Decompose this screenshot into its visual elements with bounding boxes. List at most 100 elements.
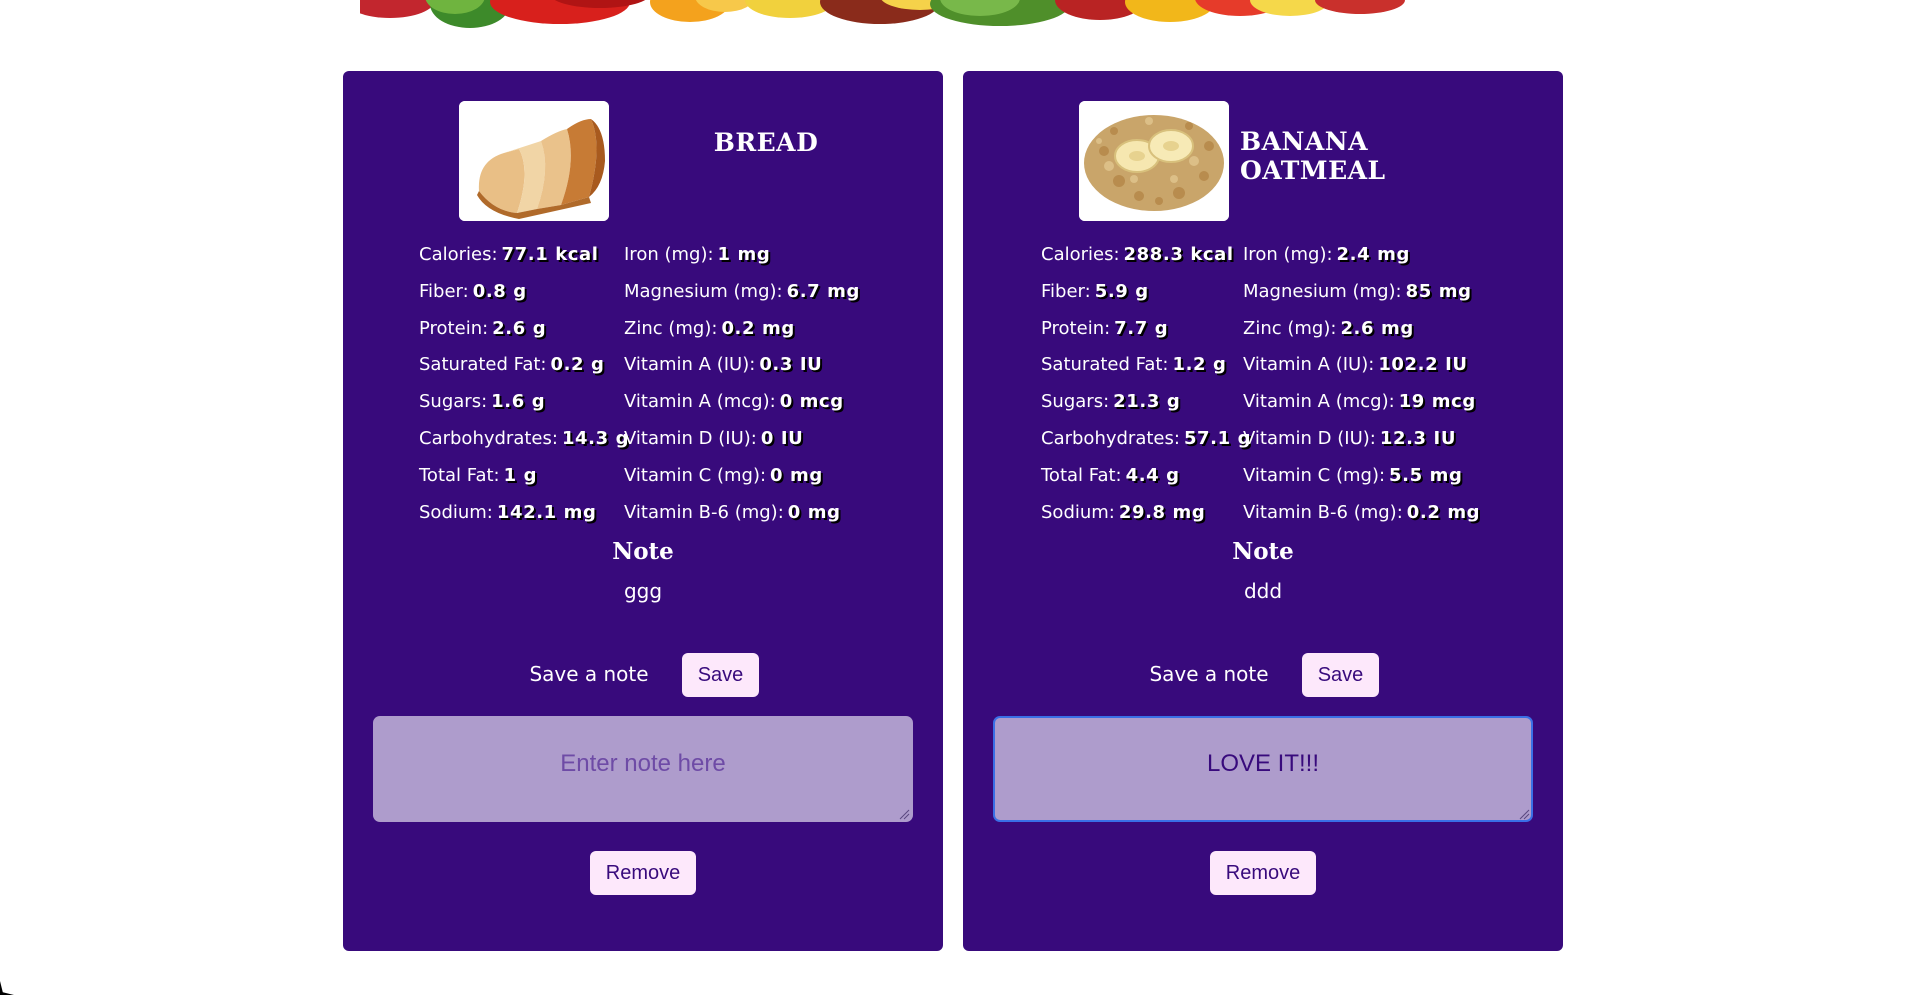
nutrient-value: 2.4 mg bbox=[1336, 244, 1410, 265]
food-card-bread: BREAD Calories: 77.1 kcal Fiber: 0.8 g Pro… bbox=[343, 71, 943, 951]
banner-image bbox=[360, 0, 1540, 40]
nutrient-value: 1 g bbox=[503, 464, 538, 486]
nutrient-zinc: Zinc (mg): 2.6 mg bbox=[1243, 311, 1480, 348]
nutrient-value: 288.3 kcal bbox=[1123, 244, 1234, 265]
nutrient-sodium: Sodium: 29.8 mg bbox=[1041, 495, 1251, 532]
nutrient-fiber: Fiber: 5.9 g bbox=[1041, 274, 1251, 311]
food-title: BREAD bbox=[631, 128, 901, 157]
nutrient-magnesium: Magnesium (mg): 85 mg bbox=[1243, 274, 1480, 311]
nutrient-label: Saturated Fat: bbox=[1041, 354, 1169, 376]
nutrient-vitamin-a-iu: Vitamin A (IU): 102.2 IU bbox=[1243, 347, 1480, 384]
nutrient-protein: Protein: 2.6 g bbox=[419, 311, 629, 348]
nutrient-value: 5.9 g bbox=[1094, 280, 1149, 302]
nutrients-column-2: Iron (mg): 2.4 mg Magnesium (mg): 85 mg Zi… bbox=[1243, 237, 1480, 531]
nutrient-label: Vitamin D (IU): bbox=[1243, 427, 1376, 449]
remove-button[interactable]: Remove bbox=[590, 851, 696, 895]
title-line2: OATMEAL bbox=[1240, 156, 1386, 185]
nutrient-value: 57.1 g bbox=[1183, 427, 1252, 449]
nutrient-sugars: Sugars: 21.3 g bbox=[1041, 384, 1251, 421]
oatmeal-image bbox=[1079, 101, 1229, 221]
nutrient-value: 2.6 mg bbox=[1340, 317, 1414, 339]
nutrient-fiber: Fiber: 0.8 g bbox=[419, 274, 629, 311]
nutrient-calories: Calories: 77.1 kcal bbox=[419, 237, 629, 274]
nutrient-iron: Iron (mg): 1 mg bbox=[624, 237, 860, 274]
title-line1: BREAD bbox=[713, 128, 819, 157]
nutrient-value: 21.3 g bbox=[1113, 391, 1181, 413]
nutrient-calories: Calories: 288.3 kcal bbox=[1041, 237, 1251, 274]
nutrient-total-fat: Total Fat: 1 g bbox=[419, 458, 629, 495]
nutrient-vitamin-a-mcg: Vitamin A (mcg): 0 mcg bbox=[624, 384, 860, 421]
nutrient-label: Vitamin B-6 (mg): bbox=[624, 501, 784, 523]
nutrient-label: Sodium: bbox=[419, 501, 493, 523]
resize-grip-icon[interactable] bbox=[1518, 808, 1530, 820]
nutrient-sodium: Sodium: 142.1 mg bbox=[419, 495, 629, 532]
nutrient-saturated-fat: Saturated Fat: 1.2 g bbox=[1041, 347, 1251, 384]
nutrient-vitamin-c: Vitamin C (mg): 0 mg bbox=[624, 458, 860, 495]
save-button[interactable]: Save bbox=[682, 653, 759, 697]
remove-button[interactable]: Remove bbox=[1210, 851, 1316, 895]
nutrient-zinc: Zinc (mg): 0.2 mg bbox=[624, 311, 860, 348]
nutrient-vitamin-b6: Vitamin B-6 (mg): 0.2 mg bbox=[1243, 495, 1480, 532]
nutrient-label: Zinc (mg): bbox=[624, 317, 718, 339]
nutrient-label: Vitamin B-6 (mg): bbox=[1243, 501, 1403, 523]
save-note-label: Save a note bbox=[1149, 662, 1269, 686]
nutrient-value: 77.1 kcal bbox=[501, 244, 599, 265]
save-button[interactable]: Save bbox=[1302, 653, 1379, 697]
nutrient-sugars: Sugars: 1.6 g bbox=[419, 384, 629, 421]
nutrient-label: Calories: bbox=[419, 244, 498, 265]
nutrient-label: Sugars: bbox=[1041, 391, 1110, 413]
nutrient-vitamin-d: Vitamin D (IU): 0 IU bbox=[624, 421, 860, 458]
nutrient-label: Vitamin C (mg): bbox=[624, 464, 767, 486]
nutrient-vitamin-b6: Vitamin B-6 (mg): 0 mg bbox=[624, 495, 860, 532]
nutrient-label: Sugars: bbox=[419, 391, 488, 413]
nutrient-protein: Protein: 7.7 g bbox=[1041, 311, 1251, 348]
nutrient-value: 0 mg bbox=[770, 464, 823, 486]
nutrient-iron: Iron (mg): 2.4 mg bbox=[1243, 237, 1480, 274]
nutrient-magnesium: Magnesium (mg): 6.7 mg bbox=[624, 274, 860, 311]
nutrient-value: 4.4 g bbox=[1125, 464, 1180, 486]
nutrient-total-fat: Total Fat: 4.4 g bbox=[1041, 458, 1251, 495]
nutrient-value: 1 mg bbox=[717, 244, 771, 265]
nutrient-label: Fiber: bbox=[419, 280, 469, 302]
nutrient-label: Vitamin D (IU): bbox=[624, 427, 757, 449]
nutrient-value: 142.1 mg bbox=[496, 501, 597, 523]
nutrient-value: 0.3 IU bbox=[759, 354, 823, 376]
nutrient-value: 0.8 g bbox=[472, 280, 527, 302]
resize-grip-icon[interactable] bbox=[898, 808, 910, 820]
nutrient-value: 19 mcg bbox=[1398, 391, 1476, 413]
nutrient-label: Sodium: bbox=[1041, 501, 1115, 523]
nutrient-label: Vitamin A (mcg): bbox=[1243, 391, 1395, 413]
nutrient-label: Saturated Fat: bbox=[419, 354, 547, 376]
nutrient-value: 29.8 mg bbox=[1118, 501, 1206, 523]
food-title: BANANA OATMEAL bbox=[1240, 127, 1540, 185]
nutrient-label: Vitamin A (IU): bbox=[624, 354, 756, 376]
note-text: ddd bbox=[1243, 579, 1283, 603]
nutrient-label: Vitamin C (mg): bbox=[1243, 464, 1386, 486]
nutrient-value: 0.2 g bbox=[550, 354, 605, 376]
nutrients-column-2: Iron (mg): 1 mg Magnesium (mg): 6.7 mg Zin… bbox=[624, 237, 860, 531]
nutrient-carbohydrates: Carbohydrates: 14.3 g bbox=[419, 421, 629, 458]
nutrient-label: Total Fat: bbox=[419, 464, 500, 486]
nutrient-vitamin-a-mcg: Vitamin A (mcg): 19 mcg bbox=[1243, 384, 1480, 421]
nutrient-value: 85 mg bbox=[1405, 280, 1472, 302]
nutrient-value: 0 mcg bbox=[779, 391, 844, 413]
nutrient-label: Vitamin A (IU): bbox=[1243, 354, 1375, 376]
save-note-label: Save a note bbox=[529, 662, 649, 686]
nutrient-value: 0 mg bbox=[787, 501, 841, 523]
note-input[interactable] bbox=[373, 716, 913, 822]
nutrient-vitamin-c: Vitamin C (mg): 5.5 mg bbox=[1243, 458, 1480, 495]
bread-image bbox=[459, 101, 609, 221]
nutrient-label: Vitamin A (mcg): bbox=[624, 391, 776, 413]
nutrient-label: Calories: bbox=[1041, 244, 1120, 265]
nutrient-label: Zinc (mg): bbox=[1243, 317, 1337, 339]
nutrient-value: 0.2 mg bbox=[1406, 501, 1481, 523]
nutrients-column-1: Calories: 288.3 kcal Fiber: 5.9 g Protein:… bbox=[1041, 237, 1251, 531]
nutrient-value: 1.6 g bbox=[491, 391, 546, 413]
nutrient-value: 14.3 g bbox=[561, 427, 630, 449]
nutrient-label: Protein: bbox=[419, 317, 489, 339]
note-input[interactable]: LOVE IT!!! bbox=[993, 716, 1533, 822]
nutrient-saturated-fat: Saturated Fat: 0.2 g bbox=[419, 347, 629, 384]
nutrient-label: Iron (mg): bbox=[624, 244, 714, 265]
note-heading: Note bbox=[1232, 538, 1294, 565]
food-card-banana-oatmeal: BANANA OATMEAL Calories: 288.3 kcal Fiber… bbox=[963, 71, 1563, 951]
